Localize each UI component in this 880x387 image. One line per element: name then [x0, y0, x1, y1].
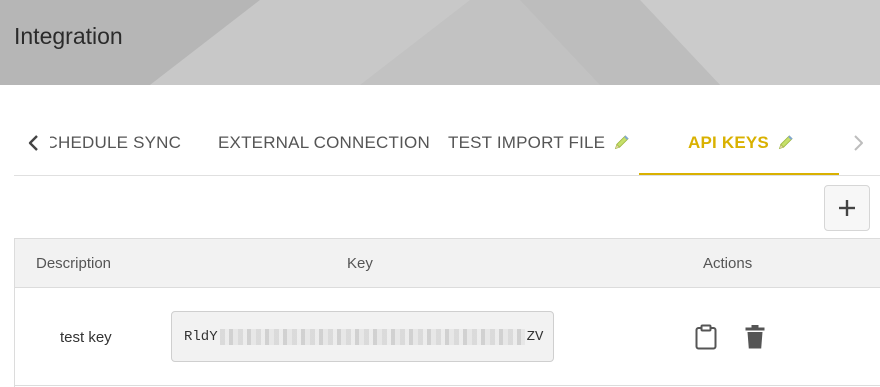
pencil-icon: [776, 134, 794, 152]
chevron-right-icon: [854, 135, 863, 151]
active-tab-indicator: [639, 173, 839, 175]
table-row: test key RldY ZV: [15, 288, 880, 386]
api-key-suffix: ZV: [526, 328, 544, 345]
tabs-viewport: SCHEDULE SYNC EXTERNAL CONNECTION TEST I…: [50, 110, 842, 176]
api-key-prefix: RldY: [184, 328, 218, 345]
tab-api-keys[interactable]: API KEYS: [688, 110, 794, 176]
add-api-key-button[interactable]: [824, 185, 870, 231]
copy-key-button[interactable]: [692, 323, 720, 351]
trash-icon: [745, 325, 765, 349]
header-background-pattern: [0, 0, 880, 85]
clipboard-icon: [695, 324, 717, 350]
tabs-scroll-right-button[interactable]: [844, 110, 872, 176]
pencil-icon: [612, 134, 630, 152]
api-key-field[interactable]: RldY ZV: [171, 311, 554, 362]
page-title: Integration: [14, 23, 123, 49]
plus-icon: [839, 200, 855, 216]
tab-external-connection[interactable]: EXTERNAL CONNECTION: [218, 110, 430, 176]
tab-label: API KEYS: [688, 133, 769, 152]
column-header-key[interactable]: Key: [347, 239, 373, 288]
api-key-description: test key: [60, 328, 112, 346]
tab-label: EXTERNAL CONNECTION: [218, 133, 430, 152]
tabs-scroll-left-button[interactable]: [20, 110, 48, 176]
tab-test-import-file[interactable]: TEST IMPORT FILE: [448, 110, 630, 176]
tab-label: TEST IMPORT FILE: [448, 133, 606, 152]
api-keys-table: Description Key Actions test key RldY ZV: [14, 238, 880, 387]
delete-key-button[interactable]: [741, 323, 769, 351]
column-header-actions: Actions: [703, 255, 753, 272]
tab-label: SCHEDULE SYNC: [50, 133, 182, 152]
api-key-masked-portion: [219, 328, 525, 345]
chevron-left-icon: [28, 135, 38, 151]
table-header: Description Key Actions: [15, 239, 880, 288]
column-header-description[interactable]: Description: [36, 239, 111, 288]
tabs-bar: SCHEDULE SYNC EXTERNAL CONNECTION TEST I…: [14, 110, 880, 176]
page-header: Integration: [0, 0, 880, 85]
tab-schedule-sync[interactable]: SCHEDULE SYNC: [50, 110, 181, 176]
